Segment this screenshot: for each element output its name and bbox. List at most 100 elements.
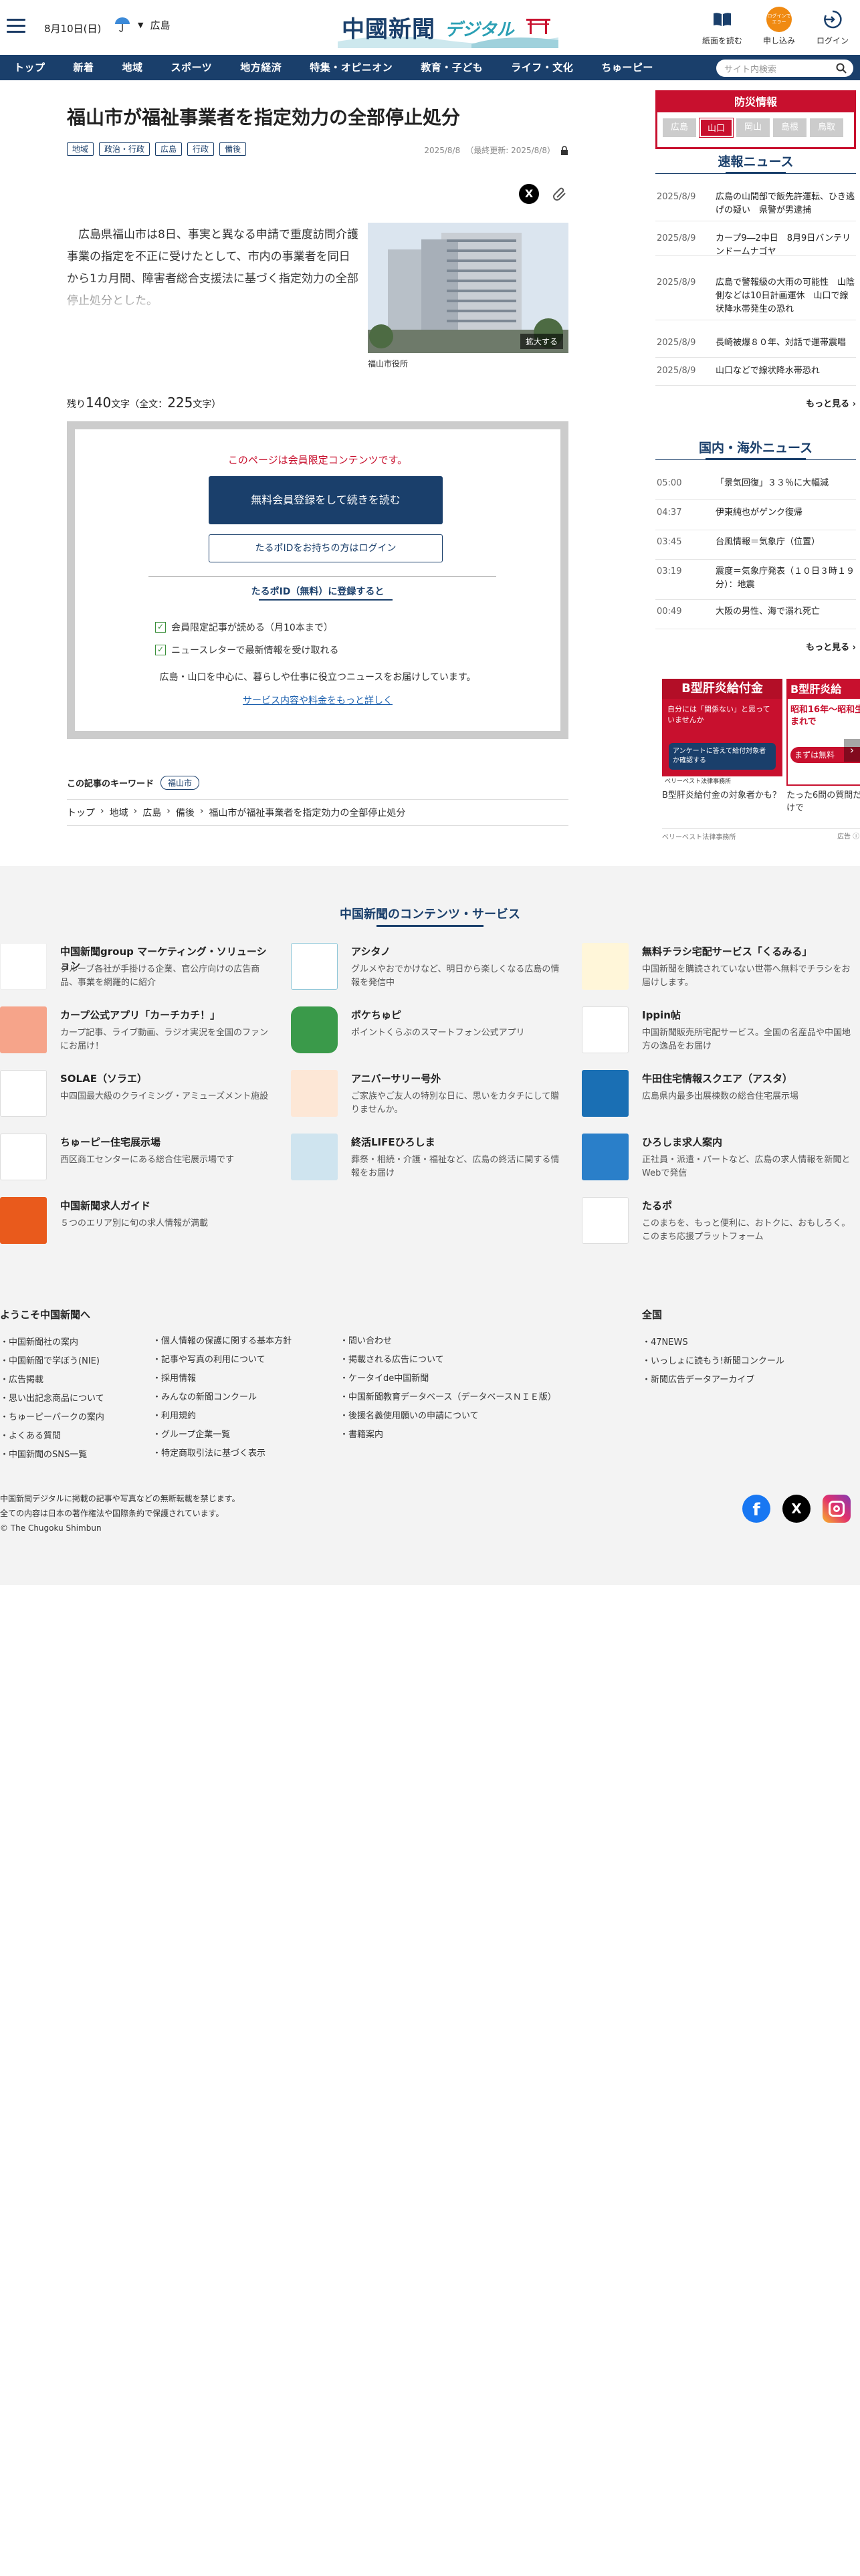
nav-item-sports[interactable]: スポーツ [157,55,227,80]
world-more-link[interactable]: もっと見る › [806,640,856,653]
breaking-more-link[interactable]: もっと見る › [806,397,856,409]
nav-item-opinion[interactable]: 特集・オピニオン [296,55,407,80]
ad-card-left[interactable]: B型肝炎給付金 自分には「関係ない」と思っていませんか アンケートに答えて給付対… [662,679,782,786]
ad-cta-button[interactable]: アンケートに答えて給付対象者か確認する [669,743,776,770]
news-item[interactable]: 00:49 大阪の男性、海で溺れ死亡 [655,605,856,629]
service-item[interactable]: アシタノ グルメやおでかけなど、明日から楽しくなる広島の情報を発信中 [291,943,565,1003]
footer-link[interactable]: ・中国新聞のSNS一覧 [0,1446,147,1465]
instagram-icon[interactable] [823,1495,851,1523]
news-item[interactable]: 03:45 台風情報＝気象庁（位置） [655,536,856,560]
enlarge-button[interactable]: 拡大する [520,334,563,349]
footer-link[interactable]: ・書籍案内 [340,1426,587,1444]
footer-link[interactable]: ・新聞広告データアーカイブ [642,1371,843,1390]
x-icon[interactable]: X [782,1495,811,1523]
tag-hiroshima[interactable]: 広島 [155,142,183,156]
footer-link[interactable]: ・特定商取引法に基づく表示 [152,1444,333,1463]
service-item[interactable]: 牛田住宅情報スクエア（アスタ） 広島県内最多出展棟数の総合住宅展示場 [582,1070,856,1130]
service-item[interactable]: ポケちゅピ ポイントくらぶのスマートフォン公式アプリ [291,1006,565,1067]
breadcrumb-item[interactable]: 広島 [142,806,161,819]
service-item[interactable]: たるポ このまちを、もっと便利に、おトクに、おもしろく。このまち応援プラットフォー… [582,1197,856,1257]
tag-politics[interactable]: 政治・行政 [99,142,150,156]
article-photo[interactable]: 拡大する [368,223,568,353]
service-details-link[interactable]: サービス内容や料金をもっと詳しく [75,693,560,707]
pref-hiroshima[interactable]: 広島 [663,118,696,137]
news-item[interactable]: 2025/8/9 広島で警報級の大雨の可能性 山陰側などは10日計画運休 山口で線… [655,276,856,320]
news-item[interactable]: 05:00 「景気回復」３３％に大幅減 [655,477,856,500]
nav-item-region[interactable]: 地域 [108,55,157,80]
link-copy-icon[interactable] [551,184,568,204]
news-item[interactable]: 2025/8/9 山口などで線状降水帯恐れ [655,364,856,386]
tag-region[interactable]: 地域 [67,142,94,156]
service-item[interactable]: ちゅーピー住宅展示場 西区商工センターにある総合住宅展示場です [0,1134,274,1194]
footer-link[interactable]: ・みんなの新聞コンクール [152,1388,333,1407]
x-share-icon[interactable]: X [519,184,539,204]
ad-card-right[interactable]: B型肝炎給 昭和16年～昭和生まれで まずは無料 [786,679,860,786]
nav-item-latest[interactable]: 新着 [60,55,108,80]
footer-column-welcome: ようこそ中国新聞へ ・中国新聞社の案内 ・中国新聞で学ぼう(NIE) ・広告掲載… [0,1307,147,1465]
nav-item-top[interactable]: トップ [0,55,60,80]
footer-link[interactable]: ・いっしょに読もう!新聞コンクール [642,1352,843,1371]
footer-link[interactable]: ・中国新聞社の案内 [0,1333,147,1352]
read-paper-button[interactable]: 紙面を読む [699,8,746,46]
news-item[interactable]: 03:19 震度＝気象庁発表（１０日３時１９分）：地震 [655,565,856,600]
service-item[interactable]: アニバーサリー号外 ご家族やご友人の特別な日に、思いをカタチにして贈りませんか。 [291,1070,565,1130]
logo-sub-text: デジタル [445,20,514,40]
keyword-tag[interactable]: 福山市 [160,776,200,790]
weather-widget[interactable]: ▼ 広島 [114,16,170,33]
breadcrumb-item[interactable]: 地域 [110,806,128,819]
paywall-login-button[interactable]: たるポIDをお持ちの方はログイン [209,534,443,562]
service-item[interactable]: Ippin帖 中国新聞販売所宅配サービス。全国の名産品や中国地方の逸品をお届け [582,1006,856,1067]
footer-link[interactable]: ・利用規約 [152,1407,333,1426]
footer-link[interactable]: ・広告掲載 [0,1371,147,1390]
service-item[interactable]: 中国新聞group マーケティング・ソリューション グループ各社が手掛ける企業、官… [0,943,274,1003]
footer-link[interactable]: ・グループ企業一覧 [152,1426,333,1444]
footer-link[interactable]: ・中国新聞教育データベース（データベースＮＩＥ版） [340,1388,587,1407]
tag-bingo[interactable]: 備後 [219,142,247,156]
nav-item-economy[interactable]: 地方経済 [226,55,296,80]
footer-link[interactable]: ・記事や写真の利用について [152,1351,333,1370]
hamburger-menu-icon[interactable] [7,19,25,33]
breadcrumb-item[interactable]: 備後 [176,806,195,819]
site-logo[interactable]: 中國新聞 デジタル [338,7,558,48]
register-button[interactable]: 無料会員登録をして続きを読む [209,476,443,524]
nav-item-life[interactable]: ライフ・文化 [497,55,587,80]
breadcrumb-item[interactable]: トップ [67,806,95,819]
login-button[interactable]: ログイン [809,8,856,46]
pref-yamaguchi[interactable]: 山口 [699,118,734,138]
service-item[interactable]: 終活LIFEひろしま 葬祭・相続・介護・福祉など、広島の終活に関する情報をお届け [291,1134,565,1194]
nav-item-chupea[interactable]: ちゅーピー [587,55,667,80]
footer-link[interactable]: ・よくある質問 [0,1427,147,1446]
pref-tottori[interactable]: 鳥取 [810,118,843,137]
news-item[interactable]: 2025/8/9 長崎被爆８０年、対話で運帯震唱 [655,336,856,358]
subscribe-button[interactable]: ログインでエラー 申し込み [756,7,802,46]
service-item[interactable]: 中国新聞求人ガイド ５つのエリア別に旬の求人情報が満載 [0,1197,274,1257]
tag-administration[interactable]: 行政 [187,142,215,156]
pref-okayama[interactable]: 岡山 [736,118,770,137]
footer-link[interactable]: ・47NEWS [642,1333,843,1352]
news-item[interactable]: 04:37 伊東純也がゲンク復帰 [655,506,856,530]
news-item[interactable]: 2025/8/9 カープ9―2中日 8月9日バンテリンドームナゴヤ [655,232,856,257]
footer-link[interactable]: ・問い合わせ [340,1332,587,1351]
footer-link[interactable]: ・採用情報 [152,1370,333,1388]
service-item[interactable]: 無料チラシ宅配サービス「くるみる」 中国新聞を購読されていない世帯へ無料でチラシを… [582,943,856,1003]
news-item[interactable]: 2025/8/9 広島の山間部で飯先許運転、ひき逃げの疑い 県警が男逮捕 [655,191,856,221]
footer-link[interactable]: ・ちゅーピーパークの案内 [0,1408,147,1427]
footer-column-policy: ・個人情報の保護に関する基本方針 ・記事や写真の利用について ・採用情報 ・みん… [152,1332,333,1463]
service-item[interactable]: SOLAE（ソラエ） 中四国最大級のクライミング・アミューズメント施設 [0,1070,274,1130]
pref-shimane[interactable]: 島根 [773,118,807,137]
footer-link[interactable]: ・掲載される広告について [340,1351,587,1370]
footer-link[interactable]: ・思い出記念商品について [0,1390,147,1408]
breadcrumb: トップ › 地域 › 広島 › 備後 › 福山市が福祉事業者を指定効力の全部停止処分 [67,799,568,826]
carousel-next-icon[interactable]: › [844,739,860,762]
footer-link[interactable]: ・ケータイde中国新聞 [340,1370,587,1388]
service-item[interactable]: カープ公式アプリ「カーチカチ！」 カープ記事、ライブ動画、ラジオ実況を全国のファン… [0,1006,274,1067]
footer-link[interactable]: ・中国新聞で学ぼう(NIE) [0,1352,147,1371]
facebook-icon[interactable]: f [742,1495,770,1523]
advertisement[interactable]: B型肝炎給付金 自分には「関係ない」と思っていませんか アンケートに答えて給付対… [662,679,860,846]
service-item[interactable]: ひろしま求人案内 正社員・派遣・パートなど、広島の求人情報を新聞とWebで発信 [582,1134,856,1194]
search-icon[interactable] [836,63,847,74]
search-input[interactable]: サイト内検索 [716,60,853,77]
footer-link[interactable]: ・後援名義使用願いの申請について [340,1407,587,1426]
footer-link[interactable]: ・個人情報の保護に関する基本方針 [152,1332,333,1351]
nav-item-education[interactable]: 教育・子ども [407,55,497,80]
